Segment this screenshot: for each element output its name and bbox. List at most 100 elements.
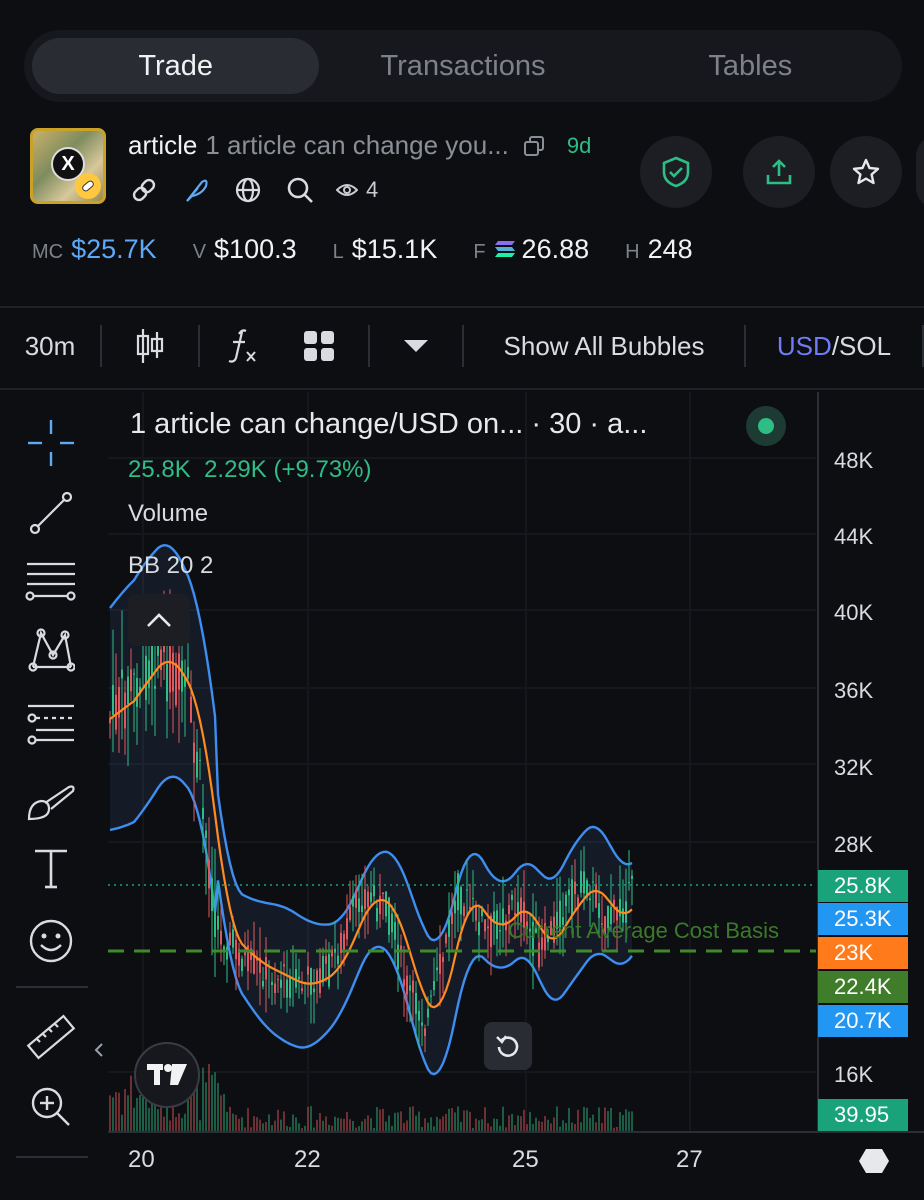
text-tool-icon[interactable] — [22, 840, 80, 898]
candle-body — [496, 910, 498, 939]
currency-toggle[interactable]: USD / SOL — [746, 331, 922, 362]
tab-tables[interactable]: Tables — [607, 38, 894, 94]
search-icon[interactable] — [284, 174, 316, 206]
volume-bar — [274, 1120, 276, 1132]
favorite-button[interactable] — [830, 136, 902, 208]
candle-body — [307, 966, 309, 975]
globe-icon[interactable] — [232, 174, 264, 206]
feather-icon[interactable] — [180, 174, 212, 206]
bb-lower-tag: 20.7K — [818, 1005, 908, 1037]
pattern-icon[interactable] — [22, 620, 80, 678]
volume-bar — [562, 1120, 564, 1132]
volume-bar — [466, 1110, 468, 1132]
candle-body — [454, 901, 456, 914]
stat-h-label: H — [625, 241, 640, 263]
volume-bar — [163, 1116, 165, 1132]
chart-legend-title: 1 article can change/USD on... · 30 · a.… — [130, 408, 648, 440]
collapse-tools-icon[interactable] — [94, 1042, 104, 1063]
ruler-icon[interactable] — [22, 1008, 80, 1066]
volume-bar — [352, 1120, 354, 1132]
live-status-indicator[interactable] — [746, 406, 786, 446]
fib-retracement-icon[interactable] — [22, 694, 80, 752]
layout-grid-icon[interactable] — [284, 330, 354, 362]
emoji-icon[interactable] — [22, 912, 80, 970]
candle-body — [361, 905, 363, 912]
volume-bar — [178, 1113, 180, 1132]
candle-body — [196, 751, 198, 778]
brush-icon[interactable] — [22, 774, 80, 832]
candlestick-icon[interactable] — [102, 326, 198, 366]
shield-button[interactable] — [640, 136, 712, 208]
volume-bar — [430, 1117, 432, 1132]
volume-bar — [568, 1108, 570, 1132]
eye-icon — [336, 184, 358, 196]
interval-selector[interactable]: 30m — [0, 331, 100, 362]
candle-body — [418, 1010, 420, 1021]
volume-bar — [328, 1124, 330, 1132]
volume-bar — [607, 1111, 609, 1132]
volume-bar — [379, 1109, 381, 1132]
zoom-in-icon[interactable] — [22, 1078, 80, 1136]
volume-bar — [511, 1113, 513, 1132]
volume-bar — [238, 1118, 240, 1132]
candle-body — [175, 663, 177, 706]
show-all-bubbles-button[interactable]: Show All Bubbles — [464, 331, 744, 362]
cost-basis-tag: 22.4K — [818, 971, 908, 1003]
bollinger-indicator-label[interactable]: BB 20 2 — [128, 552, 213, 580]
volume-bar — [220, 1095, 222, 1132]
volume-bar — [502, 1106, 504, 1132]
collapse-legend-button[interactable] — [128, 594, 190, 646]
chevron-down-icon[interactable] — [370, 339, 462, 353]
token-links: 4 — [128, 174, 378, 206]
volume-bar — [280, 1119, 282, 1132]
stat-f-label: F — [473, 241, 486, 263]
settings-hexagon-icon[interactable] — [858, 1148, 890, 1179]
volume-bar — [595, 1122, 597, 1132]
stat-l-value: $15.1K — [351, 234, 438, 264]
tradingview-logo[interactable] — [134, 1042, 200, 1108]
candle-body — [343, 933, 345, 950]
candle-body — [124, 692, 126, 729]
candle-body — [130, 669, 132, 692]
candle-body — [229, 932, 231, 946]
tab-transactions[interactable]: Transactions — [319, 38, 606, 94]
volume-bar — [169, 1120, 171, 1132]
volume-bar — [337, 1117, 339, 1132]
volume-bar — [298, 1123, 300, 1132]
token-ticker: article — [128, 130, 198, 160]
candle-body — [421, 1022, 423, 1026]
candle-body — [127, 676, 129, 705]
token-avatar[interactable]: X — [30, 128, 106, 204]
volume-bar — [292, 1114, 294, 1132]
price-chart[interactable] — [108, 392, 924, 1200]
candle-body — [415, 992, 417, 1014]
volume-bar — [241, 1117, 243, 1132]
volume-bar — [307, 1106, 309, 1132]
candle-body — [382, 892, 384, 895]
copy-icon[interactable] — [523, 135, 545, 157]
candle-body — [466, 889, 468, 891]
tab-trade[interactable]: Trade — [32, 38, 320, 94]
crosshair-icon[interactable] — [22, 414, 80, 472]
volume-bar — [403, 1122, 405, 1132]
volume-bar — [115, 1092, 117, 1132]
volume-indicator-label[interactable]: Volume — [128, 500, 208, 528]
volume-bar — [523, 1109, 525, 1132]
candle-body — [355, 890, 357, 908]
reset-chart-button[interactable] — [484, 1022, 532, 1070]
link-icon[interactable] — [128, 174, 160, 206]
candle-body — [394, 922, 396, 940]
trend-line-icon[interactable] — [22, 484, 80, 542]
share-button[interactable] — [743, 136, 815, 208]
volume-bar — [187, 1097, 189, 1132]
volume-bar — [439, 1119, 441, 1132]
y-tick: 32K — [834, 755, 874, 780]
candle-body — [340, 932, 342, 953]
horizontal-lines-icon[interactable] — [22, 552, 80, 610]
indicators-icon[interactable] — [200, 328, 284, 364]
candle-body — [376, 907, 378, 922]
more-button-partial[interactable] — [916, 136, 924, 208]
candle-body — [274, 983, 276, 994]
volume-bar — [544, 1116, 546, 1132]
volume-bar — [601, 1122, 603, 1132]
